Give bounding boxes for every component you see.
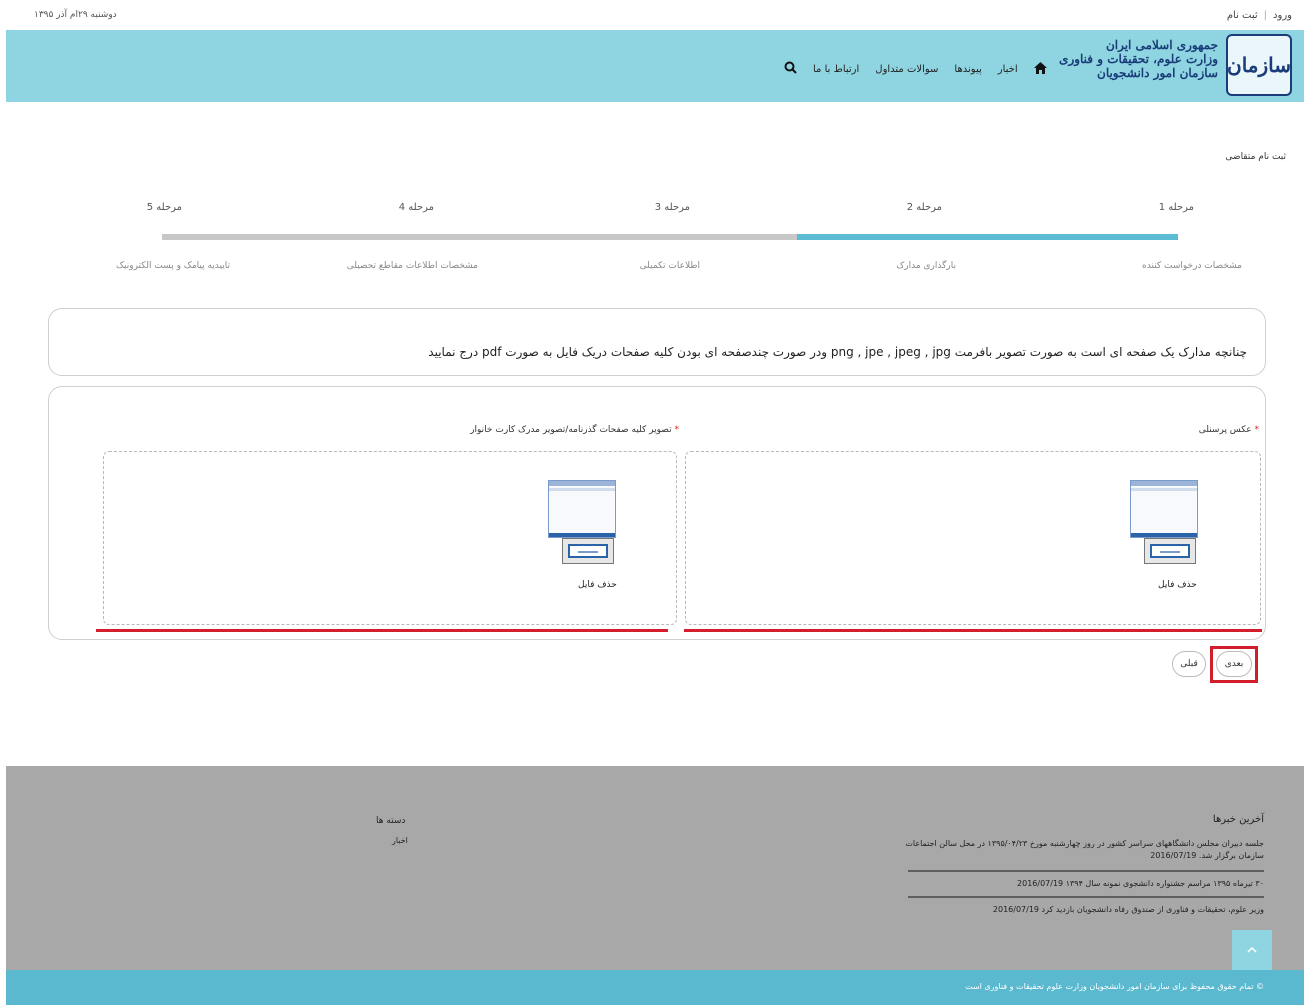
brand-line-3: سازمان امور دانشجویان	[1097, 66, 1218, 80]
copyright-bar: © تمام حقوق محفوظ برای سازمان امور دانشج…	[6, 970, 1304, 1005]
step-4-label: مرحله 4	[398, 202, 434, 213]
photo-dropzone[interactable]: حذف فایل	[685, 451, 1261, 625]
news-item[interactable]: جلسه دبیران مجلس دانشگاههای سراسر کشور د…	[884, 838, 1264, 862]
notice-text: چنانچه مدارک یک صفحه ای است به صورت تصوی…	[428, 345, 1247, 359]
brand-line-2: وزارت علوم، تحقیقات و فناوری	[1059, 52, 1218, 66]
photo-delete-link[interactable]: حذف فایل	[1158, 580, 1197, 590]
page-title: ثبت نام متقاضی	[1225, 152, 1286, 162]
site-footer: آخرین خبرها جلسه دبیران مجلس دانشگاههای …	[6, 766, 1304, 970]
step-1-label: مرحله 1	[1158, 202, 1194, 213]
passport-delete-link[interactable]: حذف فایل	[578, 580, 617, 590]
progress-fill	[797, 234, 1178, 240]
nav-contact[interactable]: ارتباط با ما	[813, 64, 859, 75]
passport-field-text: تصویر کلیه صفحات گذرنامه/تصویر مدرک کارت…	[470, 425, 672, 435]
required-marker: *	[674, 425, 680, 435]
news-date: 2016/07/19	[1150, 851, 1197, 860]
top-strip: دوشنبه ۲۹ام آذر ۱۳۹۵ ثبت نام | ورود	[0, 0, 1304, 30]
news-text: وزیر علوم، تحقیقات و فناوری از صندوق رفا…	[1041, 905, 1264, 914]
step-3-desc: اطلاعات تکمیلی	[639, 261, 700, 271]
brand-line-1: جمهوری اسلامی ایران	[1105, 38, 1218, 52]
news-divider	[908, 870, 1264, 872]
upload-panel: * عکس پرسنلی حذف فایل * تصویر کلیه صفحات…	[48, 386, 1266, 640]
progress-track	[162, 234, 1178, 240]
news-text: ۳۰ تیرماه ۱۳۹۵ مراسم جشنواره دانشجوی نمو…	[1065, 879, 1264, 888]
site-logo[interactable]: سازمان	[1226, 34, 1292, 96]
passport-dropzone[interactable]: حذف فایل	[103, 451, 677, 625]
latest-news-title: آخرین خبرها	[1212, 814, 1264, 825]
news-text: جلسه دبیران مجلس دانشگاههای سراسر کشور د…	[905, 839, 1264, 860]
step-3-label: مرحله 3	[654, 202, 690, 213]
annotation-underline	[684, 629, 1262, 632]
step-1-desc: مشخصات درخواست کننده	[1141, 261, 1242, 271]
category-item-news[interactable]: اخبار	[392, 836, 408, 845]
step-2-label: مرحله 2	[906, 202, 942, 213]
format-notice: چنانچه مدارک یک صفحه ای است به صورت تصوی…	[48, 308, 1266, 376]
step-5-desc: تاییدیه پیامک و پست الکترونیک	[115, 261, 230, 271]
nav-links[interactable]: پیوندها	[954, 64, 981, 75]
nav-news[interactable]: اخبار	[998, 64, 1018, 75]
logo-glyph: سازمان	[1227, 53, 1292, 77]
step-2-desc: بارگذاری مدارک	[896, 261, 956, 271]
search-icon[interactable]	[784, 61, 797, 78]
passport-field-label: * تصویر کلیه صفحات گذرنامه/تصویر مدرک کا…	[470, 425, 679, 435]
news-divider	[908, 896, 1264, 898]
site-header: سازمان جمهوری اسلامی ایران وزارت علوم، ت…	[6, 30, 1304, 102]
next-button[interactable]: بعدی	[1216, 651, 1252, 677]
chevron-up-icon[interactable]	[1232, 930, 1272, 970]
copyright-text: © تمام حقوق محفوظ برای سازمان امور دانشج…	[965, 982, 1264, 991]
categories-title: دسته ها	[376, 816, 406, 826]
photo-thumbnail	[1130, 480, 1198, 574]
register-link[interactable]: ثبت نام	[1227, 10, 1258, 21]
auth-separator: |	[1263, 10, 1268, 21]
main-nav: ارتباط با ما سوالات متداول پیوندها اخبار	[784, 60, 1047, 78]
news-date: 2016/07/19	[992, 905, 1039, 914]
passport-thumbnail	[548, 480, 616, 574]
nav-faq[interactable]: سوالات متداول	[875, 64, 938, 75]
step-5-label: مرحله 5	[146, 202, 182, 213]
login-link[interactable]: ورود	[1273, 10, 1292, 21]
photo-field-text: عکس پرسنلی	[1198, 425, 1252, 435]
news-date: 2016/07/19	[1017, 879, 1064, 888]
home-icon[interactable]	[1033, 60, 1047, 78]
step-4-desc: مشخصات اطلاعات مقاطع تحصیلی	[346, 261, 478, 271]
photo-field-label: * عکس پرسنلی	[1199, 425, 1259, 435]
current-date: دوشنبه ۲۹ام آذر ۱۳۹۵	[34, 10, 117, 20]
required-marker: *	[1254, 425, 1260, 435]
news-item[interactable]: ۳۰ تیرماه ۱۳۹۵ مراسم جشنواره دانشجوی نمو…	[884, 878, 1264, 890]
auth-links: ثبت نام | ورود	[1227, 10, 1292, 21]
brand-title: جمهوری اسلامی ایران وزارت علوم، تحقیقات …	[1059, 38, 1218, 80]
news-item[interactable]: وزیر علوم، تحقیقات و فناوری از صندوق رفا…	[884, 904, 1264, 916]
annotation-underline	[96, 629, 668, 632]
previous-button[interactable]: قبلی	[1172, 651, 1206, 677]
